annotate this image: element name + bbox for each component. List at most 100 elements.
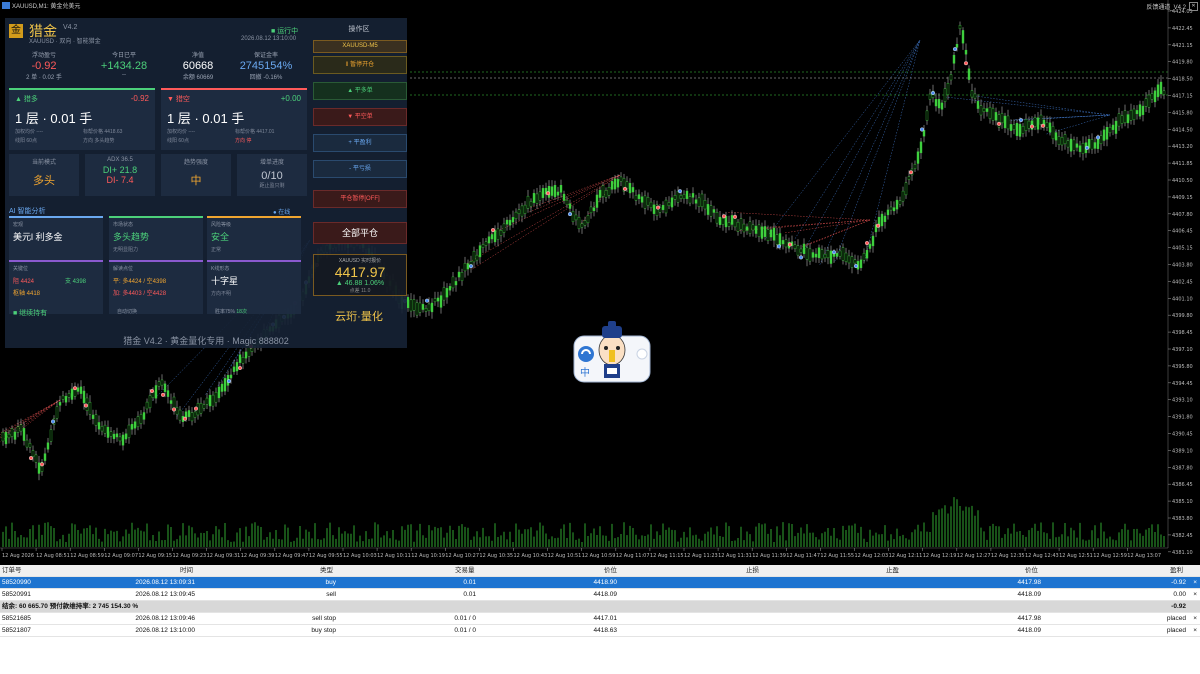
candle-body bbox=[523, 204, 527, 214]
y-tick-label: 4387.80 bbox=[1172, 465, 1193, 471]
row-close-icon[interactable]: × bbox=[1193, 589, 1197, 600]
candle-body bbox=[595, 194, 599, 208]
candle-body bbox=[61, 395, 65, 400]
candle-body bbox=[1, 432, 5, 442]
ea-info-area: 金 猎金 V4.2 XAUUSD · 双向 · 智能猎金 ■ 运行中 2026.… bbox=[5, 18, 307, 348]
candle-body bbox=[826, 250, 830, 259]
candle-body bbox=[823, 253, 827, 259]
grid-fan-line bbox=[785, 219, 871, 234]
candle-body bbox=[697, 197, 701, 207]
close-long-button[interactable]: ▲ 平多单 bbox=[313, 82, 407, 100]
mascot-widget[interactable]: 中 bbox=[572, 320, 652, 384]
x-tick-label: 12 Aug 10:19 bbox=[411, 553, 445, 559]
candle-body bbox=[556, 191, 560, 196]
table-row[interactable]: 58521807 2026.08.12 13:10:00 buy stop 0.… bbox=[0, 625, 1200, 637]
candle-body bbox=[1135, 110, 1139, 115]
candle-body bbox=[778, 233, 782, 246]
trade-marker bbox=[29, 456, 34, 461]
mode-card: 当前模式 多头 bbox=[9, 154, 79, 196]
stat-margin-level: 保证金率 2745154% 回撤 -0.16% bbox=[239, 53, 293, 81]
candle-body bbox=[838, 250, 842, 257]
candle-body bbox=[178, 409, 182, 421]
pause-open-button[interactable]: ‖ 暂停开仓 bbox=[313, 56, 407, 74]
close-profit-button[interactable]: + 平盈利 bbox=[313, 134, 407, 152]
candle-body bbox=[1048, 122, 1052, 133]
trade-marker bbox=[931, 91, 936, 96]
candle-body bbox=[1147, 94, 1151, 108]
candle-body bbox=[202, 404, 206, 409]
table-row[interactable]: 58520990 2026.08.12 13:09:31 buy 0.01 44… bbox=[0, 577, 1200, 589]
close-pause-toggle[interactable]: 平仓暂停[OFF] bbox=[313, 190, 407, 208]
candle-body bbox=[760, 226, 764, 239]
stat-equity: 净值 60668 余额 60669 bbox=[182, 53, 214, 81]
close-all-button[interactable]: 全部平仓 bbox=[313, 222, 407, 244]
candle-body bbox=[694, 199, 698, 204]
row-close-icon[interactable]: × bbox=[1193, 577, 1197, 588]
candle-body bbox=[208, 394, 212, 407]
candle-body bbox=[844, 252, 848, 262]
x-tick-label: 12 Aug 09:23 bbox=[173, 553, 207, 559]
candle-body bbox=[1060, 137, 1064, 146]
grid-fan-line bbox=[819, 39, 921, 265]
trend-strength-card: 趋势强度 中 bbox=[161, 154, 231, 196]
trade-marker bbox=[623, 186, 628, 191]
candle-body bbox=[10, 428, 14, 437]
mascot-tag[interactable]: 中 bbox=[580, 364, 590, 379]
candle-body bbox=[1045, 122, 1049, 128]
candle-body bbox=[118, 436, 122, 442]
candle-body bbox=[541, 188, 545, 198]
add-progress-card: 增单进度 0/10 距止盈只剩 bbox=[237, 154, 307, 196]
candle-body bbox=[142, 412, 146, 420]
candle-body bbox=[490, 234, 494, 240]
x-tick-label: 12 Aug 08:51 bbox=[36, 553, 70, 559]
candle-body bbox=[967, 68, 971, 80]
candle-body bbox=[457, 271, 461, 278]
candle-body bbox=[682, 194, 686, 199]
y-tick-label: 4397.10 bbox=[1172, 347, 1193, 353]
ai-pattern-cell: K线形态 十字星 方向不明 bbox=[207, 260, 301, 314]
candle-body bbox=[1039, 114, 1043, 125]
close-short-button[interactable]: ▼ 平空单 bbox=[313, 108, 407, 126]
table-row[interactable]: 58520991 2026.08.12 13:09:45 sell 0.01 4… bbox=[0, 589, 1200, 601]
candle-body bbox=[1120, 115, 1124, 124]
candle-body bbox=[463, 263, 467, 272]
candle-body bbox=[1027, 120, 1031, 129]
ai-breakout-cell: 解读点位 平: 多4424 / 空4398 加: 多4403 / 空4428 bbox=[109, 260, 203, 314]
candle-body bbox=[964, 49, 968, 55]
candle-body bbox=[742, 223, 746, 233]
candle-body bbox=[535, 193, 539, 204]
trade-marker bbox=[83, 403, 88, 408]
grid-fan-line bbox=[728, 212, 871, 221]
candle-body bbox=[112, 433, 116, 439]
row-close-icon[interactable]: × bbox=[1193, 625, 1197, 636]
x-tick-label: 12 Aug 10:11 bbox=[377, 553, 411, 559]
candle-body bbox=[715, 211, 719, 224]
trade-marker bbox=[182, 416, 187, 421]
x-tick-label: 12 Aug 12:51 bbox=[1059, 553, 1093, 559]
candle-body bbox=[1093, 142, 1097, 149]
close-loss-button[interactable]: - 平亏损 bbox=[313, 160, 407, 178]
candle-body bbox=[802, 243, 806, 254]
x-tick-label: 12 Aug 12:03 bbox=[855, 553, 889, 559]
x-tick-label: 12 Aug 2026 bbox=[2, 553, 34, 559]
y-tick-label: 4407.80 bbox=[1172, 212, 1193, 218]
table-row[interactable]: 58521685 2026.08.12 13:09:46 sell stop 0… bbox=[0, 613, 1200, 625]
candle-body bbox=[430, 302, 434, 313]
candle-body bbox=[115, 433, 119, 438]
ea-version: V4.2 bbox=[63, 24, 78, 31]
candle-body bbox=[574, 214, 578, 221]
candle-body bbox=[412, 299, 416, 311]
candle-body bbox=[607, 187, 611, 196]
candle-body bbox=[1117, 113, 1121, 127]
candle-body bbox=[577, 217, 581, 229]
ea-panel: 金 猎金 V4.2 XAUUSD · 双向 · 智能猎金 ■ 运行中 2026.… bbox=[5, 18, 407, 348]
trade-marker bbox=[171, 407, 176, 412]
trade-marker bbox=[678, 189, 683, 194]
candle-body bbox=[211, 394, 215, 407]
candle-body bbox=[661, 205, 665, 210]
candle-body bbox=[850, 256, 854, 268]
row-close-icon[interactable]: × bbox=[1193, 613, 1197, 624]
candle-body bbox=[172, 396, 176, 410]
candle-body bbox=[124, 433, 128, 440]
close-icon[interactable]: ✕ bbox=[1189, 2, 1198, 11]
